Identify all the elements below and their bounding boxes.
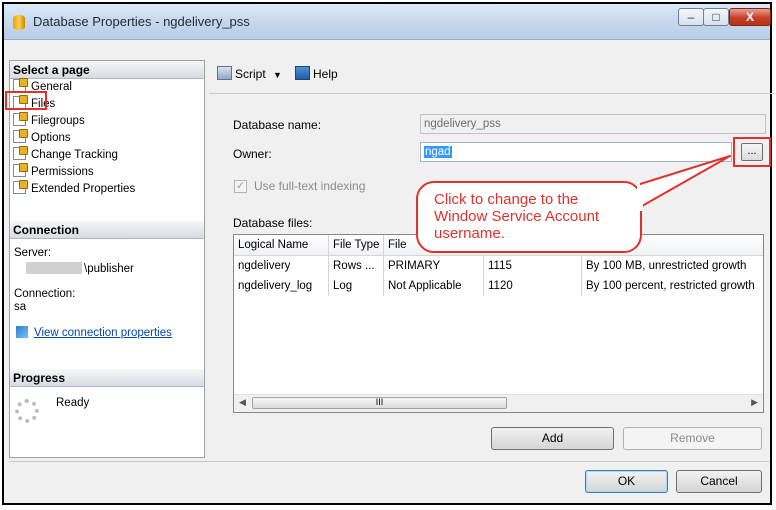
connection-value: sa [14,301,27,313]
view-connection-properties-link[interactable]: View connection properties [16,326,172,339]
owner-value: ngad [424,146,452,158]
help-icon [295,66,310,80]
cell-size: 1120 [484,276,582,296]
toolbar-separator [209,93,774,94]
scroll-left-icon[interactable]: ◀ [239,397,246,408]
help-button[interactable]: Help [295,64,338,84]
cell-filegroup: Not Applicable [384,276,484,296]
page-item-filegroups[interactable]: Filegroups [13,112,85,130]
cell-autogrowth: By 100 percent, restricted growth [586,280,755,292]
server-label: Server: [14,247,52,259]
scroll-grip-icon: III [375,397,384,407]
scroll-thumb[interactable]: III [252,397,507,409]
owner-label: Owner: [233,147,272,161]
scroll-right-icon[interactable]: ▶ [751,397,758,408]
page-icon [13,146,28,160]
cell-file-type: Log [329,276,384,296]
server-value: \publisher [24,262,134,275]
page-icon [13,112,28,126]
maximize-icon: □ [712,10,720,24]
files-highlight-box [5,91,47,110]
select-page-header: Select a page [10,61,204,79]
cancel-button[interactable]: Cancel [676,470,762,493]
left-pane: Select a page General Files Filegroups O… [9,60,205,458]
page-item-label: Options [31,132,71,144]
fulltext-checkbox[interactable]: ✓ [234,180,247,193]
callout-pointer-joint [637,185,643,211]
minimize-button[interactable]: – [678,8,704,26]
server-value-text: \publisher [84,263,134,275]
page-item-label: Filegroups [31,115,85,127]
horizontal-scrollbar[interactable]: ◀ III ▶ [234,394,763,412]
add-button[interactable]: Add [491,427,614,450]
cell-logical-name: ngdelivery [234,256,329,276]
table-row[interactable]: ngdelivery_log Log Not Applicable 1120 B… [234,276,763,296]
page-icon [13,129,28,143]
script-icon [217,66,232,80]
minimize-icon: – [687,10,695,24]
remove-button[interactable]: Remove [623,427,762,450]
close-button[interactable]: X [729,8,771,26]
page-item-label: Change Tracking [31,149,118,161]
cell-size: 1115 [484,256,582,276]
database-name-label: Database name: [233,118,322,132]
close-icon: X [745,10,754,24]
view-connection-properties-label: View connection properties [34,327,172,339]
redacted-block [26,262,82,274]
chevron-down-icon: ▼ [273,70,282,80]
cell-filegroup: PRIMARY [384,256,484,276]
page-item-label: Extended Properties [31,183,136,195]
fulltext-label: Use full-text indexing [254,179,366,193]
connection-label: Connection: [14,288,76,300]
page-item-label: Permissions [31,166,94,178]
help-label: Help [313,67,338,81]
column-header-file-type[interactable]: File Type [329,235,384,255]
page-icon [13,163,28,177]
callout-text: Click to change to the Window Service Ac… [434,191,600,242]
maximize-button[interactable]: □ [703,8,729,26]
table-row[interactable]: ngdelivery Rows ... PRIMARY 1115 By 100 … [234,256,763,276]
bottom-separator [9,461,769,462]
dialog-window: Database Properties - ngdelivery_pss – □… [2,2,774,505]
page-item-options[interactable]: Options [13,129,71,147]
ok-button[interactable]: OK [585,470,668,493]
database-name-field: ngdelivery_pss [420,114,766,134]
column-header-logical-name[interactable]: Logical Name [234,235,329,255]
script-button[interactable]: Script ▼ [217,64,282,85]
database-files-label: Database files: [233,216,313,230]
progress-spinner-icon [15,399,39,423]
script-label: Script [235,67,266,81]
database-files-grid[interactable]: Logical Name File Type File ngdelivery R… [233,234,764,413]
callout-pointer [640,155,731,207]
page-item-change-tracking[interactable]: Change Tracking [13,146,118,164]
page-icon [13,180,28,194]
progress-header: Progress [10,369,204,387]
title-bar: Database Properties - ngdelivery_pss – □… [4,4,771,40]
cell-file-type: Rows ... [329,256,384,276]
connection-icon [16,326,28,338]
cell-logical-name: ngdelivery_log [234,276,329,296]
annotation-callout: Click to change to the Window Service Ac… [416,181,642,253]
window-title: Database Properties - ngdelivery_pss [33,14,250,29]
connection-header: Connection [10,221,204,239]
page-item-permissions[interactable]: Permissions [13,163,94,181]
cell-autogrowth: By 100 MB, unrestricted growth [586,260,747,272]
database-icon [13,15,25,30]
page-item-extended-properties[interactable]: Extended Properties [13,180,136,198]
progress-status: Ready [56,397,90,409]
